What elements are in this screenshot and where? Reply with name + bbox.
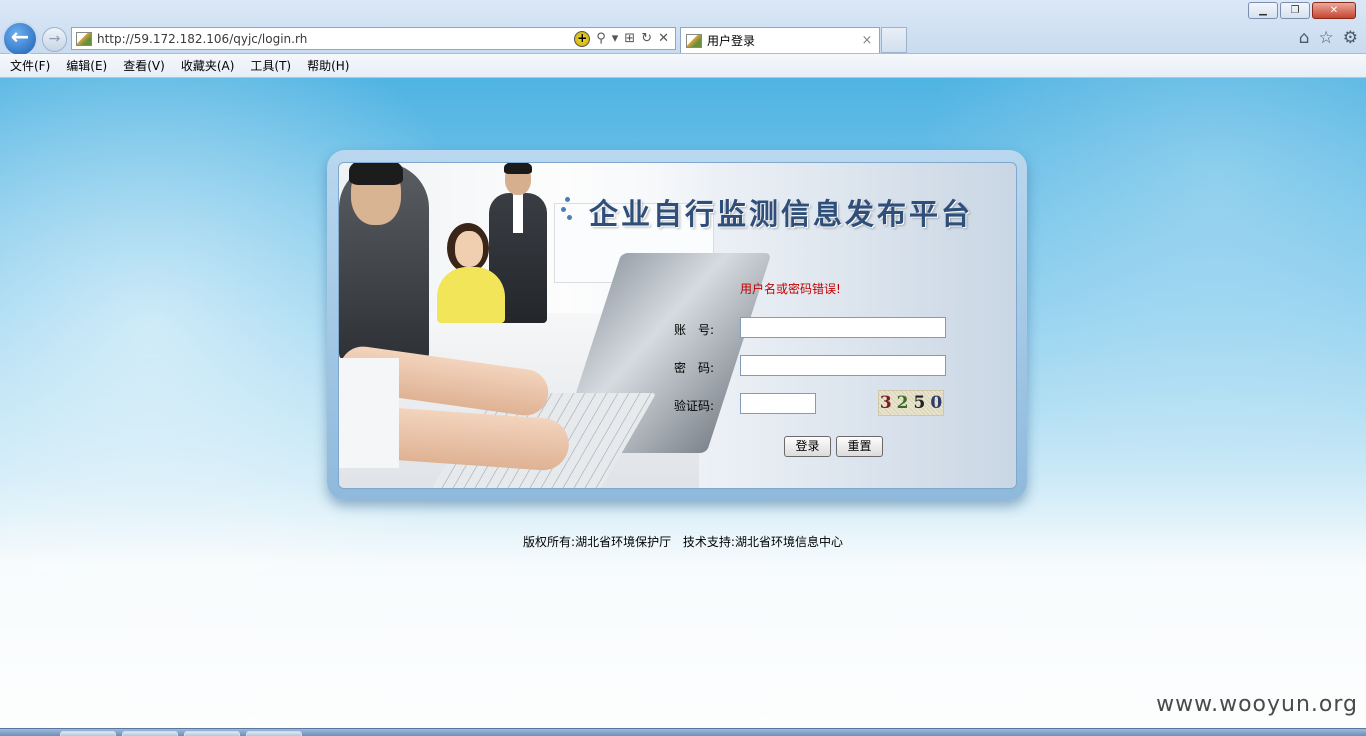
tab-user-login[interactable]: 用户登录 × (680, 27, 880, 53)
window-controls: ▁ ❐ ✕ (1248, 2, 1356, 19)
captcha-image[interactable]: 3 2 5 0 (878, 390, 944, 416)
captcha-input[interactable] (740, 393, 816, 414)
tab-close-icon[interactable]: × (859, 33, 875, 48)
menu-view[interactable]: 查看(V) (123, 57, 165, 74)
tab-page-icon (686, 33, 702, 48)
copyright-text: 版权所有:湖北省环境保护厅 (523, 535, 672, 549)
tab-title: 用户登录 (707, 34, 756, 48)
reset-button[interactable]: 重置 (836, 436, 883, 457)
gear-icon[interactable]: ⚙ (1343, 28, 1358, 48)
home-icon[interactable]: ⌂ (1299, 28, 1310, 48)
close-window-button[interactable]: ✕ (1312, 2, 1356, 19)
menu-bar: 文件(F) 编辑(E) 查看(V) 收藏夹(A) 工具(T) 帮助(H) (0, 54, 1366, 78)
taskbar-button[interactable] (184, 731, 240, 736)
title-decoration-icon (561, 195, 591, 221)
login-button[interactable]: 登录 (784, 436, 831, 457)
back-button[interactable]: ← (2, 21, 38, 57)
address-bar-icons: + ⚲ ▾ ⊞ ↻ ✕ (574, 30, 669, 47)
menu-tools[interactable]: 工具(T) (250, 57, 291, 74)
menu-help[interactable]: 帮助(H) (307, 57, 349, 74)
taskbar (0, 728, 1366, 736)
menu-edit[interactable]: 编辑(E) (66, 57, 107, 74)
password-input[interactable] (740, 355, 946, 376)
url-text[interactable]: http://59.172.182.106/qyjc/login.rh (97, 32, 574, 46)
taskbar-button[interactable] (60, 731, 116, 736)
taskbar-button[interactable] (122, 731, 178, 736)
browser-toolbar-icons: ⌂ ☆ ⚙ (1299, 28, 1358, 48)
footer: 版权所有:湖北省环境保护厅 技术支持:湖北省环境信息中心 (0, 533, 1366, 550)
favorites-star-icon[interactable]: ☆ (1319, 28, 1334, 48)
menu-favorites[interactable]: 收藏夹(A) (181, 57, 235, 74)
search-icon[interactable]: ⚲ (596, 31, 606, 46)
refresh-icon[interactable]: ↻ (641, 31, 652, 46)
chevron-down-icon[interactable]: ▾ (612, 31, 619, 46)
captcha-label: 验证码: (674, 399, 715, 413)
taskbar-button[interactable] (246, 731, 302, 736)
address-bar[interactable]: http://59.172.182.106/qyjc/login.rh + ⚲ … (71, 27, 676, 50)
rss-icon[interactable]: ⊞ (624, 31, 635, 46)
new-tab-button[interactable] (881, 27, 907, 53)
restore-button[interactable]: ❐ (1280, 2, 1310, 19)
captcha-digit: 5 (913, 393, 926, 413)
tech-support-text: 技术支持:湖北省环境信息中心 (682, 535, 843, 549)
menu-file[interactable]: 文件(F) (10, 57, 50, 74)
login-panel: 企业自行监测信息发布平台 用户名或密码错误! 账 号: 密 码: 验证码: 3 … (338, 162, 1017, 489)
page-background: 企业自行监测信息发布平台 用户名或密码错误! 账 号: 密 码: 验证码: 3 … (0, 78, 1366, 728)
password-label: 密 码: (674, 361, 715, 375)
watermark: www.wooyun.org (1156, 692, 1358, 717)
compatibility-view-icon[interactable]: + (574, 30, 591, 47)
login-panel-frame: 企业自行监测信息发布平台 用户名或密码错误! 账 号: 密 码: 验证码: 3 … (327, 150, 1027, 500)
minimize-button[interactable]: ▁ (1248, 2, 1278, 19)
stop-icon[interactable]: ✕ (658, 31, 669, 46)
captcha-digit: 0 (930, 393, 943, 413)
captcha-digit: 2 (896, 393, 909, 413)
account-input[interactable] (740, 317, 946, 338)
account-label: 账 号: (674, 323, 715, 337)
error-message: 用户名或密码错误! (740, 282, 841, 296)
page-title: 企业自行监测信息发布平台 (589, 197, 974, 231)
captcha-digit: 3 (879, 393, 892, 413)
page-icon (76, 31, 92, 46)
forward-button[interactable]: → (42, 27, 67, 52)
browser-titlebar: ▁ ❐ ✕ ← → http://59.172.182.106/qyjc/log… (0, 0, 1366, 57)
